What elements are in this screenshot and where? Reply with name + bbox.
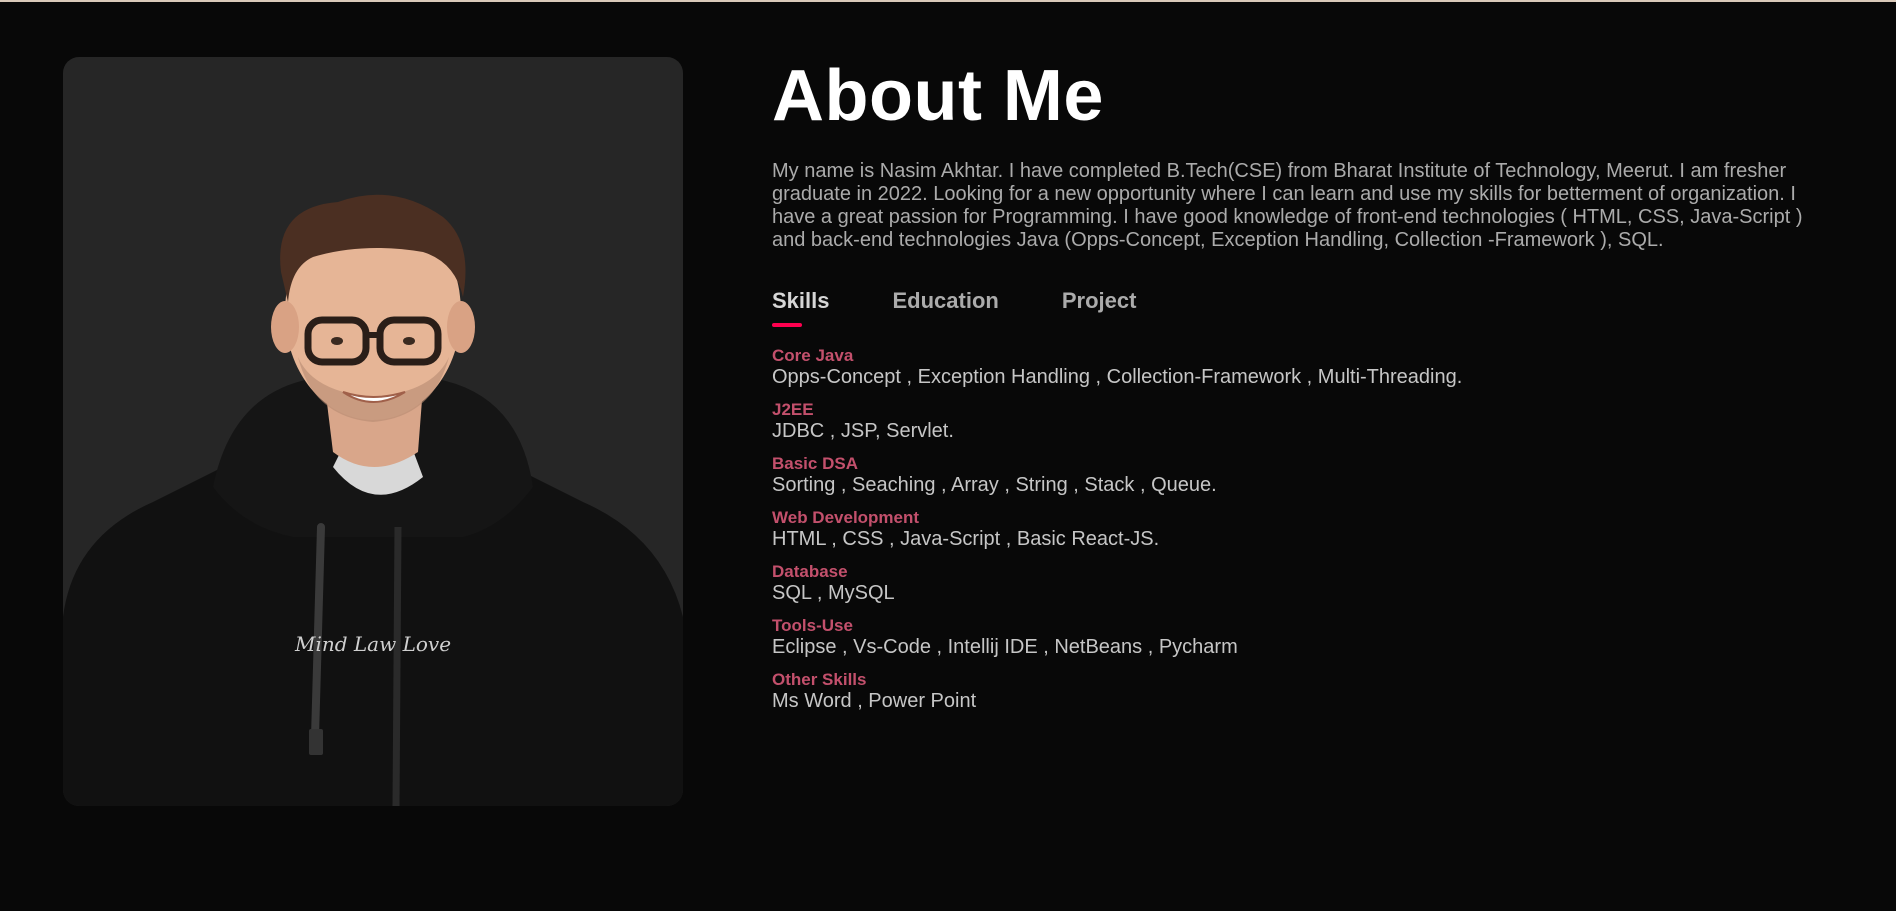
skill-detail: JDBC , JSP, Servlet. <box>772 420 954 442</box>
profile-photo: Mind Law Love <box>63 57 683 806</box>
skill-heading: Basic DSA <box>772 454 858 473</box>
skill-item: Database SQL , MySQL <box>772 562 1832 605</box>
skill-heading: J2EE <box>772 400 814 419</box>
top-border <box>0 0 1896 2</box>
tab-label: Skills <box>772 288 830 313</box>
tab-education[interactable]: Education <box>892 288 998 328</box>
tab-label: Education <box>892 288 999 313</box>
page-title: About Me <box>772 56 1104 136</box>
skill-heading: Other Skills <box>772 670 867 689</box>
skills-list: Core Java Opps-Concept , Exception Handl… <box>772 346 1832 713</box>
hoodie-print-text: Mind Law Love <box>294 632 451 656</box>
about-section: About Me My name is Nasim Akhtar. I have… <box>772 56 1832 724</box>
skill-heading: Core Java <box>772 346 854 365</box>
skill-item: Basic DSA Sorting , Seaching , Array , S… <box>772 454 1832 497</box>
skill-item: Web Development HTML , CSS , Java-Script… <box>772 508 1832 551</box>
intro-paragraph: My name is Nasim Akhtar. I have complete… <box>772 160 1803 251</box>
skill-heading: Web Development <box>772 508 920 527</box>
skill-detail: HTML , CSS , Java-Script , Basic React-J… <box>772 528 1160 550</box>
active-tab-indicator <box>772 323 802 327</box>
tab-label: Project <box>1061 288 1137 313</box>
skill-item: J2EE JDBC , JSP, Servlet. <box>772 400 1832 443</box>
skill-detail: Eclipse , Vs-Code , Intellij IDE , NetBe… <box>772 636 1238 658</box>
person-illustration: Mind Law Love <box>63 194 683 806</box>
tab-skills[interactable]: Skills <box>772 288 829 328</box>
skill-detail: Opps-Concept , Exception Handling , Coll… <box>772 366 1463 388</box>
skill-detail: SQL , MySQL <box>772 582 895 604</box>
skill-detail: Ms Word , Power Point <box>772 690 977 712</box>
skill-item: Other Skills Ms Word , Power Point <box>772 670 1832 713</box>
skill-heading: Tools-Use <box>772 616 853 635</box>
skill-item: Core Java Opps-Concept , Exception Handl… <box>772 346 1832 389</box>
tab-project[interactable]: Project <box>1062 288 1137 328</box>
skill-detail: Sorting , Seaching , Array , String , St… <box>772 474 1217 496</box>
tab-bar: Skills Education Project <box>772 288 1832 328</box>
skill-item: Tools-Use Eclipse , Vs-Code , Intellij I… <box>772 616 1832 659</box>
skill-heading: Database <box>772 562 848 581</box>
